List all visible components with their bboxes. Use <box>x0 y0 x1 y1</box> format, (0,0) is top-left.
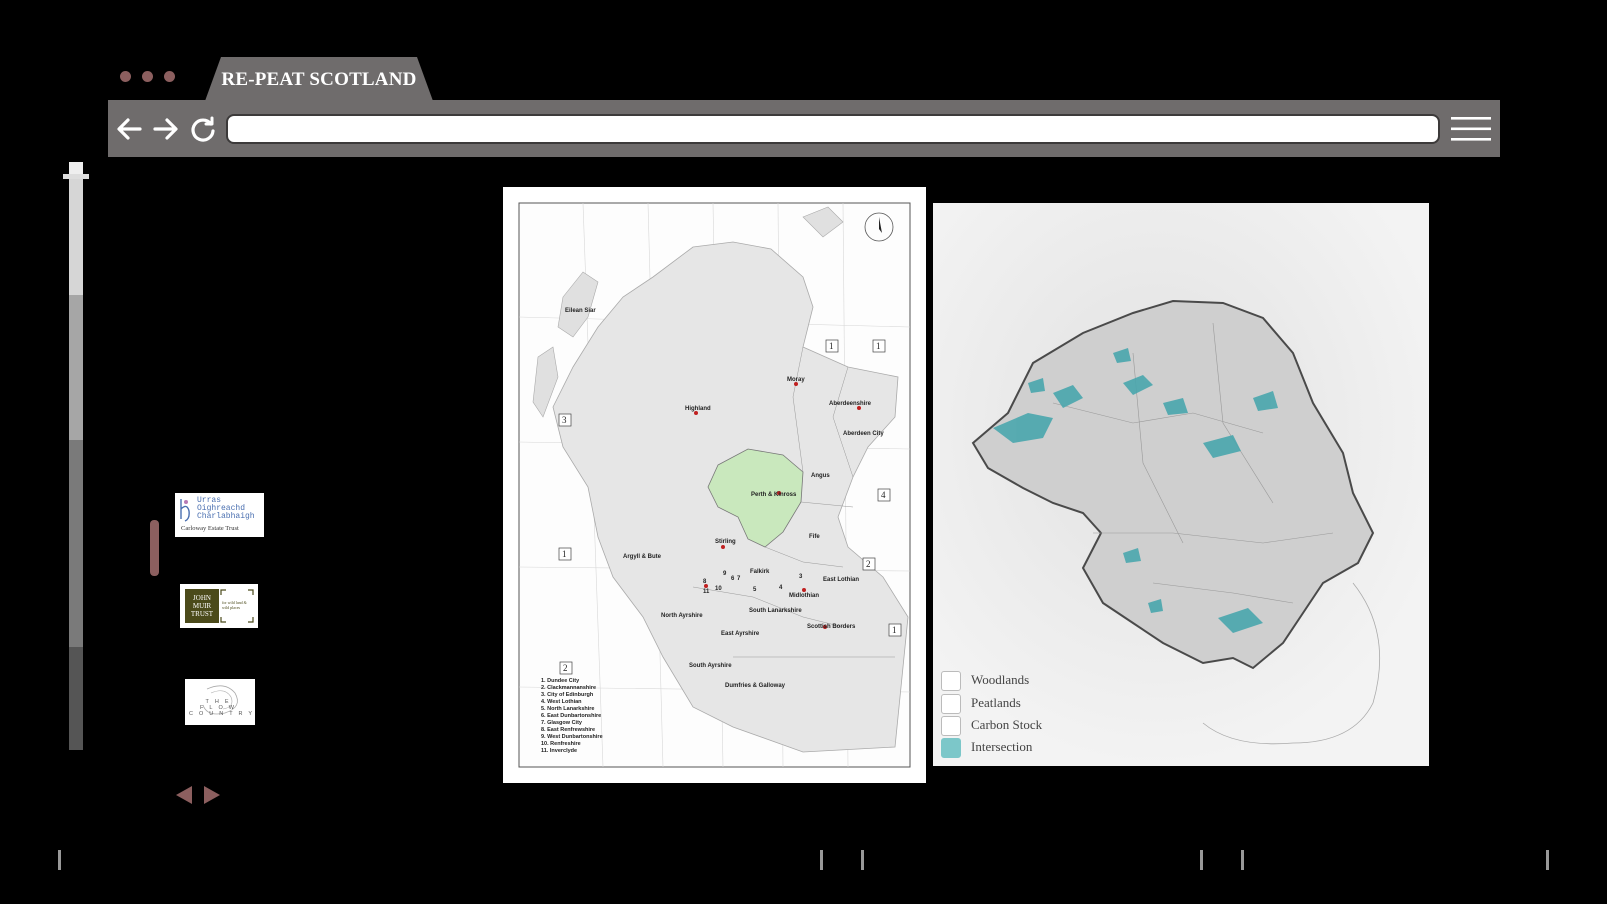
council-list-item: 2. Clackmannanshire <box>541 685 596 691</box>
council-list-item: 9. West Dunbartonshire <box>541 734 603 740</box>
region-label: Aberdeen City <box>843 431 884 437</box>
council-list-item: 7. Glasgow City <box>541 720 583 726</box>
page-progress-slider[interactable] <box>69 162 83 750</box>
box-number: 2 <box>563 663 568 673</box>
partner-name: Urras Oighreachd Chàrlabhaigh <box>197 496 255 521</box>
timeline-tick <box>1241 850 1244 870</box>
perth-kinross-landcover-map: Woodlands Peatlands Carbon Stock Interse… <box>933 203 1429 766</box>
window-dot-close[interactable] <box>120 71 131 82</box>
browser-tab[interactable]: RE-PEAT SCOTLAND <box>205 57 433 101</box>
council-list-item: 6. East Dunbartonshire <box>541 713 601 719</box>
region-label: North Ayrshire <box>661 613 703 619</box>
legend-label: Woodlands <box>971 672 1030 687</box>
timeline-tick <box>58 850 61 870</box>
region-label: Falkirk <box>750 569 770 575</box>
legend-swatch <box>941 738 961 758</box>
region-label: Angus <box>811 473 830 479</box>
prev-arrow-icon[interactable] <box>176 786 192 804</box>
region-label: Dumfries & Galloway <box>725 683 786 689</box>
box-number: 3 <box>562 415 567 425</box>
region-label: Fife <box>809 534 820 540</box>
region-label: Perth & Kinross <box>751 492 797 498</box>
scotland-map-graphic: Eilean Siar Highland Moray Aberdeenshire… <box>518 202 911 768</box>
slider-segment <box>69 295 83 440</box>
partner-subtitle: Carloway Estate Trust <box>181 525 239 532</box>
partner-logo-carloway[interactable]: Urras Oighreachd Chàrlabhaigh Carloway E… <box>175 493 264 537</box>
tab-title: RE-PEAT SCOTLAND <box>221 69 417 90</box>
council-list-item: 11. Inverclyde <box>541 748 577 754</box>
timeline-tick <box>861 850 864 870</box>
slider-knob[interactable] <box>69 162 83 174</box>
address-bar[interactable] <box>226 114 1440 144</box>
partner-logo-flow-country[interactable]: THE FLOW COUNTRY <box>185 679 255 725</box>
window-dot-minimize[interactable] <box>142 71 153 82</box>
legend-label: Intersection <box>971 739 1033 754</box>
legend-label: Carbon Stock <box>971 717 1043 732</box>
back-arrow-icon[interactable] <box>113 113 145 145</box>
timeline-tick <box>1200 850 1203 870</box>
region-label: South Lanarkshire <box>749 608 802 614</box>
region-label: Argyll & Bute <box>623 554 662 560</box>
slider-segment <box>69 647 83 750</box>
region-label: East Lothian <box>823 577 859 583</box>
region-label: Aberdeenshire <box>829 401 872 407</box>
region-label: Eilean Siar <box>565 308 596 314</box>
legend-label: Peatlands <box>971 695 1021 710</box>
slider-segment <box>69 162 83 295</box>
frame-corners-icon <box>220 589 254 623</box>
next-arrow-icon[interactable] <box>204 786 220 804</box>
slider-handle[interactable] <box>63 174 89 179</box>
council-list-item: 1. Dundee City <box>541 678 580 684</box>
partner-selection-indicator <box>150 520 159 576</box>
region-label: East Ayrshire <box>721 631 760 637</box>
region-label: Stirling <box>715 539 736 545</box>
reload-icon[interactable] <box>187 113 219 145</box>
region-label: Midlothian <box>789 593 819 599</box>
inline-number: 11 <box>703 589 710 595</box>
partner-name: THE FLOW COUNTRY <box>189 699 259 717</box>
hamburger-menu-icon[interactable] <box>1451 116 1491 142</box>
scotland-council-map: Eilean Siar Highland Moray Aberdeenshire… <box>503 187 926 783</box>
council-list-item: 4. West Lothian <box>541 699 582 705</box>
council-list-item: 5. North Lanarkshire <box>541 706 595 712</box>
council-list-item: 3. City of Edinburgh <box>541 692 594 698</box>
box-number: 1 <box>876 341 881 351</box>
slider-segment <box>69 440 83 647</box>
legend-swatch <box>941 671 961 691</box>
council-list-item: 10. Renfreshire <box>541 741 581 747</box>
box-number: 1 <box>829 341 834 351</box>
box-number: 2 <box>866 559 871 569</box>
region-label: South Ayrshire <box>689 663 732 669</box>
council-list-item: 8. East Renfrewshire <box>541 727 595 733</box>
timeline-tick <box>1546 850 1549 870</box>
region-label: Highland <box>685 406 711 412</box>
legend-swatch <box>941 694 961 714</box>
box-number: 1 <box>562 549 567 559</box>
box-number: 1 <box>892 625 897 635</box>
region-label: Scottish Borders <box>807 624 856 630</box>
inline-number: 10 <box>715 586 722 592</box>
partner-logo-john-muir[interactable]: JOHN MUIR TRUST for wild land & wild pla… <box>180 584 258 628</box>
partner-name: JOHN MUIR TRUST <box>185 589 219 623</box>
box-number: 4 <box>881 490 886 500</box>
window-dot-maximize[interactable] <box>164 71 175 82</box>
region-label: Moray <box>787 377 805 383</box>
timeline-tick <box>820 850 823 870</box>
legend-swatch <box>941 716 961 736</box>
forward-arrow-icon[interactable] <box>150 113 182 145</box>
